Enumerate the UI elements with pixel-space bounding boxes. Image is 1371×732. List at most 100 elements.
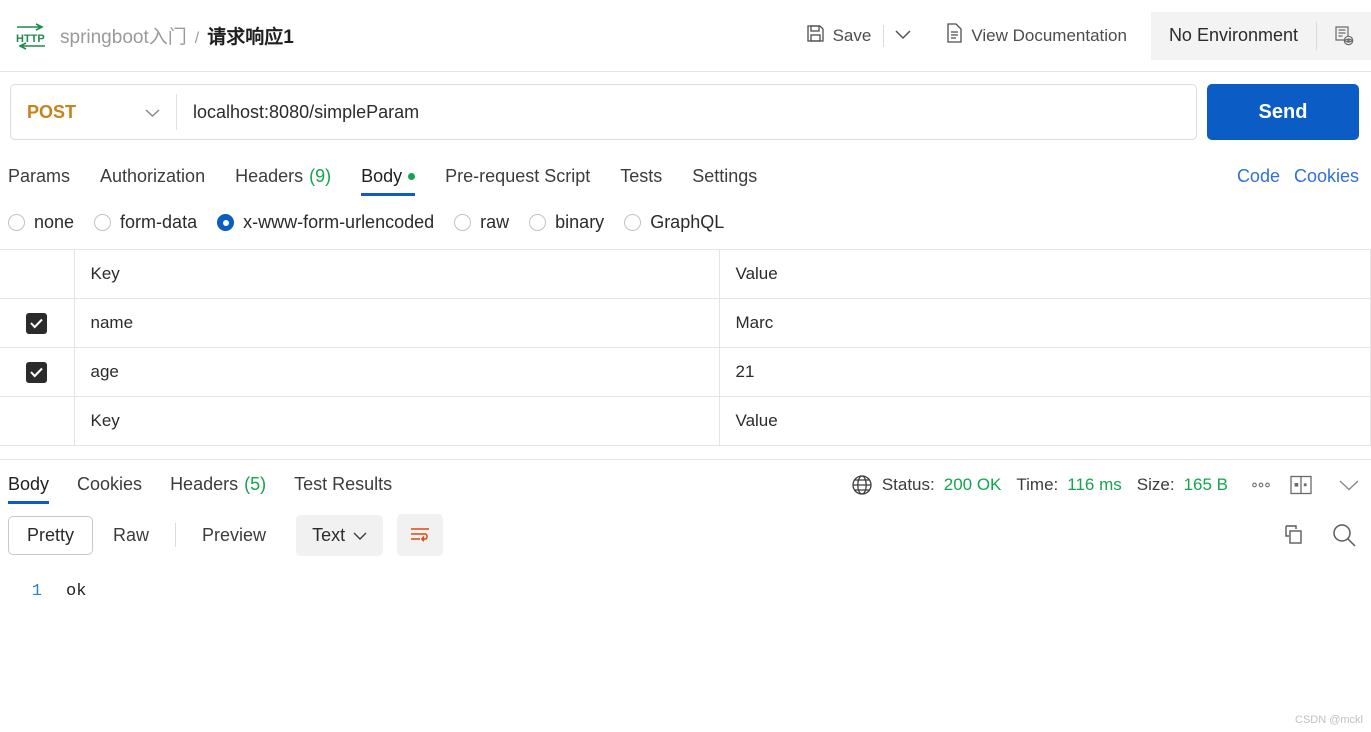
tab-pre-request-script[interactable]: Pre-request Script xyxy=(445,166,590,196)
body-type-urlencoded[interactable]: x-www-form-urlencoded xyxy=(217,212,444,233)
save-options-button[interactable] xyxy=(884,16,922,56)
environment-quick-look-icon[interactable] xyxy=(1317,25,1371,47)
format-label: Text xyxy=(312,524,346,545)
line-number: 1 xyxy=(31,582,42,601)
table-row: age 21 xyxy=(0,347,1371,397)
checkbox-checked-icon[interactable] xyxy=(26,312,48,334)
radio-selected-icon xyxy=(217,214,235,231)
format-selector[interactable]: Text xyxy=(296,514,384,556)
body-type-form-data[interactable]: form-data xyxy=(94,212,207,233)
body-type-graphql[interactable]: GraphQL xyxy=(624,212,734,233)
request-tabs-actions: Code Cookies xyxy=(1237,166,1359,196)
view-documentation-button[interactable]: View Documentation xyxy=(934,16,1139,56)
response-body-viewer: 1 ok xyxy=(0,566,1371,601)
preview-button[interactable]: Preview xyxy=(188,517,280,554)
url-group: POST xyxy=(10,84,1197,140)
response-tab-body-label: Body xyxy=(8,474,50,494)
top-bar: HTTP springboot入门 / 请求响应1 Save View Docu… xyxy=(0,0,1371,72)
response-tab-headers[interactable]: Headers (5) xyxy=(170,474,266,504)
response-tab-headers-count: (5) xyxy=(244,474,267,494)
save-button[interactable]: Save xyxy=(794,16,884,56)
body-type-urlencoded-label: x-www-form-urlencoded xyxy=(243,212,435,232)
size-label: Size: xyxy=(1136,475,1175,494)
response-tab-body[interactable]: Body xyxy=(8,474,50,504)
table-header-row: Key Value xyxy=(0,249,1371,299)
row-value[interactable]: Marc xyxy=(719,298,1371,348)
raw-button[interactable]: Raw xyxy=(99,517,163,554)
tab-body[interactable]: Body xyxy=(361,166,416,196)
body-type-binary[interactable]: binary xyxy=(529,212,614,233)
pretty-button[interactable]: Pretty xyxy=(8,515,94,555)
tab-tests[interactable]: Tests xyxy=(620,166,662,196)
method-selector[interactable]: POST xyxy=(11,85,176,139)
response-tab-test-results-label: Test Results xyxy=(294,474,393,494)
response-section-divider xyxy=(0,446,1371,460)
time-value: 116 ms xyxy=(1067,475,1122,494)
copy-icon[interactable] xyxy=(1281,523,1305,547)
code-line: 1 ok xyxy=(0,582,1371,601)
url-input[interactable] xyxy=(177,85,1196,139)
line-content: ok xyxy=(66,582,87,601)
response-tab-headers-label: Headers xyxy=(170,474,239,494)
environment-label[interactable]: No Environment xyxy=(1151,25,1316,46)
code-link[interactable]: Code xyxy=(1237,166,1280,187)
radio-icon xyxy=(624,214,642,231)
tab-headers[interactable]: Headers (9) xyxy=(235,166,331,196)
search-icon[interactable] xyxy=(1331,522,1357,548)
response-toolbar-actions xyxy=(1281,522,1357,548)
chevron-down-icon[interactable] xyxy=(1339,479,1359,491)
response-tabs: Body Cookies Headers (5) Test Results St… xyxy=(0,460,1371,504)
save-label: Save xyxy=(832,25,872,45)
environment-selector: No Environment xyxy=(1150,11,1371,60)
body-type-raw[interactable]: raw xyxy=(454,212,519,233)
radio-icon xyxy=(8,214,25,231)
ellipsis-icon[interactable] xyxy=(1251,481,1271,489)
view-documentation-label: View Documentation xyxy=(971,25,1127,45)
response-status-bar: Status: 200 OK Time: 116 ms Size: 165 B xyxy=(851,474,1359,504)
table-row: name Marc xyxy=(0,298,1371,348)
method-label: POST xyxy=(27,101,77,122)
url-row: POST Send xyxy=(0,72,1371,154)
row-checkbox-cell xyxy=(0,298,75,348)
body-modified-dot-icon xyxy=(408,173,416,180)
radio-icon xyxy=(529,214,547,231)
placeholder-key[interactable]: Key xyxy=(74,396,720,446)
placeholder-value[interactable]: Value xyxy=(719,396,1371,446)
globe-icon xyxy=(851,474,873,496)
svg-text:HTTP: HTTP xyxy=(16,33,45,45)
tab-authorization-label: Authorization xyxy=(100,166,206,186)
split-pane-icon[interactable] xyxy=(1290,475,1312,495)
word-wrap-icon[interactable] xyxy=(397,514,444,556)
tab-settings-label: Settings xyxy=(692,166,758,186)
response-tab-cookies[interactable]: Cookies xyxy=(77,474,142,504)
row-checkbox-cell xyxy=(0,347,75,397)
tab-settings[interactable]: Settings xyxy=(692,166,757,196)
placeholder-checkbox-cell xyxy=(0,396,75,446)
tab-params[interactable]: Params xyxy=(8,166,70,196)
body-type-form-data-label: form-data xyxy=(120,212,198,232)
row-key[interactable]: name xyxy=(74,298,720,348)
table-placeholder-row: Key Value xyxy=(0,396,1371,446)
checkbox-checked-icon[interactable] xyxy=(26,361,48,383)
row-key[interactable]: age xyxy=(74,347,720,397)
breadcrumb-collection[interactable]: springboot入门 xyxy=(60,22,187,49)
response-tab-cookies-label: Cookies xyxy=(77,474,143,494)
body-type-binary-label: binary xyxy=(555,212,605,232)
send-button[interactable]: Send xyxy=(1207,84,1359,140)
cookies-link[interactable]: Cookies xyxy=(1294,166,1359,187)
row-value[interactable]: 21 xyxy=(719,347,1371,397)
tab-authorization[interactable]: Authorization xyxy=(100,166,205,196)
body-type-none[interactable]: none xyxy=(8,212,84,233)
save-icon xyxy=(806,24,825,48)
document-icon xyxy=(946,23,963,48)
chevron-down-icon xyxy=(353,525,367,546)
breadcrumb-request-name[interactable]: 请求响应1 xyxy=(207,22,294,49)
header-checkbox-cell xyxy=(0,249,75,299)
time-label: Time: xyxy=(1016,475,1059,494)
tab-pre-request-script-label: Pre-request Script xyxy=(445,166,591,186)
body-params-table: Key Value name Marc age 21 Key Value xyxy=(0,249,1371,446)
response-tab-test-results[interactable]: Test Results xyxy=(294,474,392,504)
size-value: 165 B xyxy=(1183,475,1228,494)
breadcrumb-separator: / xyxy=(194,30,200,47)
body-type-raw-label: raw xyxy=(480,212,510,232)
